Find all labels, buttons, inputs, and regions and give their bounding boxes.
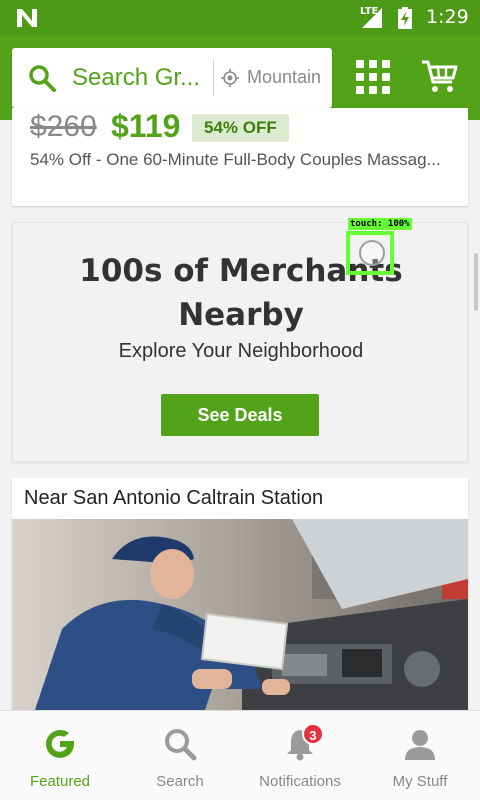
nav-label-notifications: Notifications <box>259 773 341 790</box>
bottom-navigation: Featured Search 3 Notifications My Stuff <box>0 710 480 800</box>
mechanic-photo-illustration <box>12 519 468 718</box>
nav-label-featured: Featured <box>29 773 91 790</box>
location-input[interactable]: Mountain <box>247 67 325 88</box>
notification-count-badge: 3 <box>302 723 324 745</box>
person-icon <box>405 730 435 760</box>
headline-line-2: Nearby <box>178 297 304 333</box>
search-icon <box>29 65 56 92</box>
mechanic-photo[interactable] <box>12 519 468 718</box>
n-logo-icon <box>17 9 37 27</box>
nav-label-search: Search <box>156 773 204 790</box>
touch-indicator-box <box>346 231 394 275</box>
groupon-g-icon <box>46 729 74 758</box>
network-type-label: LTE <box>360 6 379 17</box>
merchants-headline: 100s of Merchants Nearby <box>13 249 469 337</box>
clock: 1:29 <box>426 6 469 28</box>
search-icon <box>165 729 197 761</box>
merchants-subheadline: Explore Your Neighborhood <box>118 340 364 362</box>
nearby-deal-card[interactable]: Near San Antonio Caltrain Station <box>12 478 468 718</box>
cart-icon[interactable] <box>420 58 458 94</box>
original-price: $260 <box>30 110 97 143</box>
grid-icon[interactable] <box>354 58 392 96</box>
nearby-section-title: Near San Antonio Caltrain Station <box>24 487 324 509</box>
discount-badge: 54% OFF <box>192 114 289 142</box>
nav-tab-featured[interactable]: Featured <box>0 711 120 800</box>
scrollbar-thumb[interactable] <box>474 253 478 311</box>
status-bar: LTE 1:29 <box>0 0 480 36</box>
headline-line-1: 100s of Merchants <box>79 253 403 289</box>
touch-indicator-label: touch: 100% <box>348 218 412 230</box>
see-deals-button[interactable]: See Deals <box>161 394 319 436</box>
deal-price: $119 <box>111 108 181 144</box>
touch-point-icon <box>359 240 385 266</box>
nav-tab-search[interactable]: Search <box>120 711 240 800</box>
location-target-icon <box>221 69 239 87</box>
search-divider <box>213 60 214 96</box>
deal-description: 54% Off - One 60-Minute Full-Body Couple… <box>30 150 441 169</box>
search-input[interactable]: Search Gr... <box>72 64 208 92</box>
merchants-nearby-card: 100s of Merchants Nearby Explore Your Ne… <box>12 222 468 462</box>
nav-tab-notifications[interactable]: 3 Notifications <box>240 711 360 800</box>
battery-charging-icon <box>398 7 412 29</box>
search-box[interactable]: Search Gr... Mountain <box>12 48 332 108</box>
nav-tab-my-stuff[interactable]: My Stuff <box>360 711 480 800</box>
deal-card[interactable]: $260 $119 54% OFF 54% Off - One 60-Minut… <box>12 108 468 206</box>
nav-label-my-stuff: My Stuff <box>392 773 448 790</box>
